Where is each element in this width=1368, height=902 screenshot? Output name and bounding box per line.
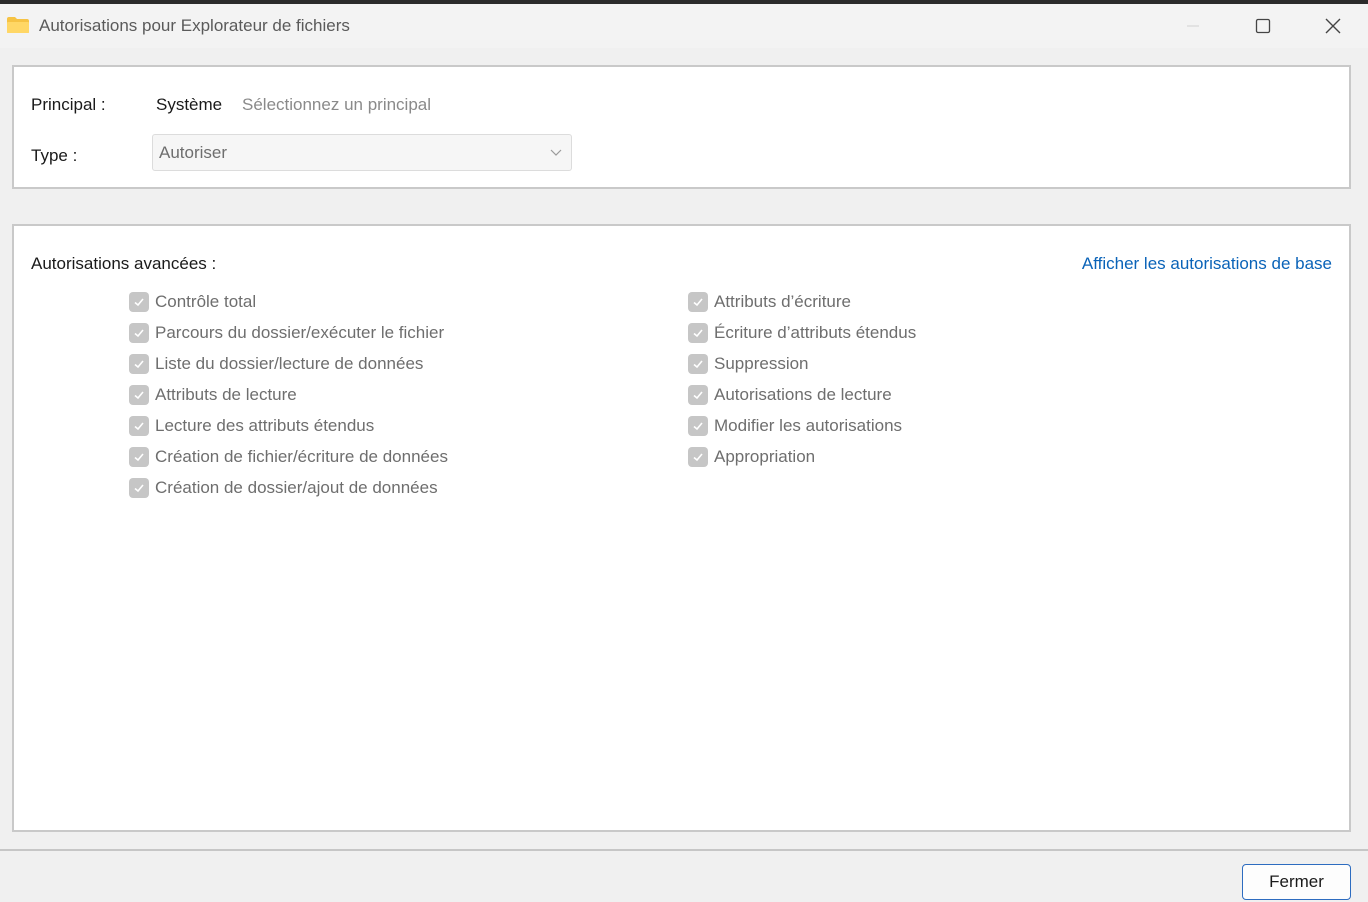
permission-label: Appropriation: [714, 447, 816, 466]
permission-label: Écriture d’attributs étendus: [714, 323, 917, 342]
permission-checkbox-item[interactable]: Contrôle total: [129, 290, 256, 314]
permission-checkbox-item[interactable]: Appropriation: [688, 445, 815, 469]
close-icon: [1325, 18, 1341, 34]
checkbox-checked[interactable]: [129, 385, 149, 405]
checkmark-icon: [693, 298, 703, 307]
folder-icon: [7, 17, 29, 33]
checkmark-icon: [693, 391, 703, 400]
checkmark-icon: [134, 422, 144, 431]
checkmark-icon: [134, 391, 144, 400]
permission-label: Parcours du dossier/exécuter le fichier: [155, 323, 445, 342]
type-label: Type :: [31, 146, 78, 165]
permission-checkbox-item[interactable]: Création de dossier/ajout de données: [129, 476, 438, 500]
checkbox-checked[interactable]: [129, 354, 149, 374]
permission-label: Liste du dossier/lecture de données: [155, 354, 424, 373]
type-dropdown[interactable]: Autoriser: [152, 134, 572, 171]
checkbox-checked[interactable]: [688, 385, 708, 405]
show-basic-permissions-link[interactable]: Afficher les autorisations de base: [1082, 254, 1332, 274]
checkbox-checked[interactable]: [129, 447, 149, 467]
permission-checkbox-item[interactable]: Lecture des attributs étendus: [129, 414, 374, 438]
permission-label: Contrôle total: [155, 292, 257, 311]
checkbox-checked[interactable]: [688, 416, 708, 436]
window-title: Autorisations pour Explorateur de fichie…: [39, 16, 350, 35]
checkmark-icon: [134, 329, 144, 338]
checkmark-icon: [134, 360, 144, 369]
permission-checkbox-item[interactable]: Liste du dossier/lecture de données: [129, 352, 423, 376]
minimize-icon: [1187, 25, 1199, 27]
title-bar: Autorisations pour Explorateur de fichie…: [0, 4, 1368, 48]
maximize-button[interactable]: [1240, 8, 1286, 44]
checkbox-checked[interactable]: [688, 354, 708, 374]
close-button[interactable]: Fermer: [1242, 864, 1351, 900]
principal-panel: Principal : Système Sélectionnez un prin…: [12, 65, 1351, 189]
principal-label: Principal :: [31, 95, 106, 114]
permission-label: Modifier les autorisations: [714, 416, 903, 435]
permission-label: Création de dossier/ajout de données: [155, 478, 438, 497]
chevron-down-icon: [550, 149, 562, 156]
checkmark-icon: [693, 360, 703, 369]
type-selected-value: Autoriser: [159, 143, 228, 162]
checkmark-icon: [134, 298, 144, 307]
checkbox-checked[interactable]: [688, 292, 708, 312]
permission-label: Attributs de lecture: [155, 385, 297, 404]
permission-label: Création de fichier/écriture de données: [155, 447, 448, 466]
advanced-permissions-panel: Autorisations avancées : Afficher les au…: [12, 224, 1351, 832]
checkbox-checked[interactable]: [129, 416, 149, 436]
select-principal-link[interactable]: Sélectionnez un principal: [242, 95, 431, 115]
checkmark-icon: [693, 329, 703, 338]
checkmark-icon: [134, 484, 144, 493]
permission-checkbox-item[interactable]: Suppression: [688, 352, 809, 376]
checkbox-checked[interactable]: [129, 323, 149, 343]
permission-checkbox-item[interactable]: Création de fichier/écriture de données: [129, 445, 448, 469]
permission-label: Lecture des attributs étendus: [155, 416, 375, 435]
permission-label: Suppression: [714, 354, 809, 373]
permission-checkbox-item[interactable]: Autorisations de lecture: [688, 383, 892, 407]
advanced-heading: Autorisations avancées :: [31, 254, 217, 273]
checkbox-checked[interactable]: [129, 478, 149, 498]
permission-checkbox-item[interactable]: Écriture d’attributs étendus: [688, 321, 916, 345]
checkmark-icon: [134, 453, 144, 462]
checkbox-checked[interactable]: [129, 292, 149, 312]
permission-label: Autorisations de lecture: [714, 385, 892, 404]
footer-divider: [0, 849, 1368, 851]
minimize-button[interactable]: [1170, 8, 1216, 44]
checkmark-icon: [693, 422, 703, 431]
permission-checkbox-item[interactable]: Attributs de lecture: [129, 383, 297, 407]
close-window-button[interactable]: [1310, 8, 1356, 44]
checkbox-checked[interactable]: [688, 447, 708, 467]
maximize-icon: [1255, 18, 1271, 34]
permission-checkbox-item[interactable]: Parcours du dossier/exécuter le fichier: [129, 321, 444, 345]
permission-label: Attributs d’écriture: [714, 292, 851, 311]
permission-checkbox-item[interactable]: Attributs d’écriture: [688, 290, 851, 314]
checkbox-checked[interactable]: [688, 323, 708, 343]
permission-checkbox-item[interactable]: Modifier les autorisations: [688, 414, 902, 438]
principal-value: Système: [156, 95, 223, 114]
checkmark-icon: [693, 453, 703, 462]
